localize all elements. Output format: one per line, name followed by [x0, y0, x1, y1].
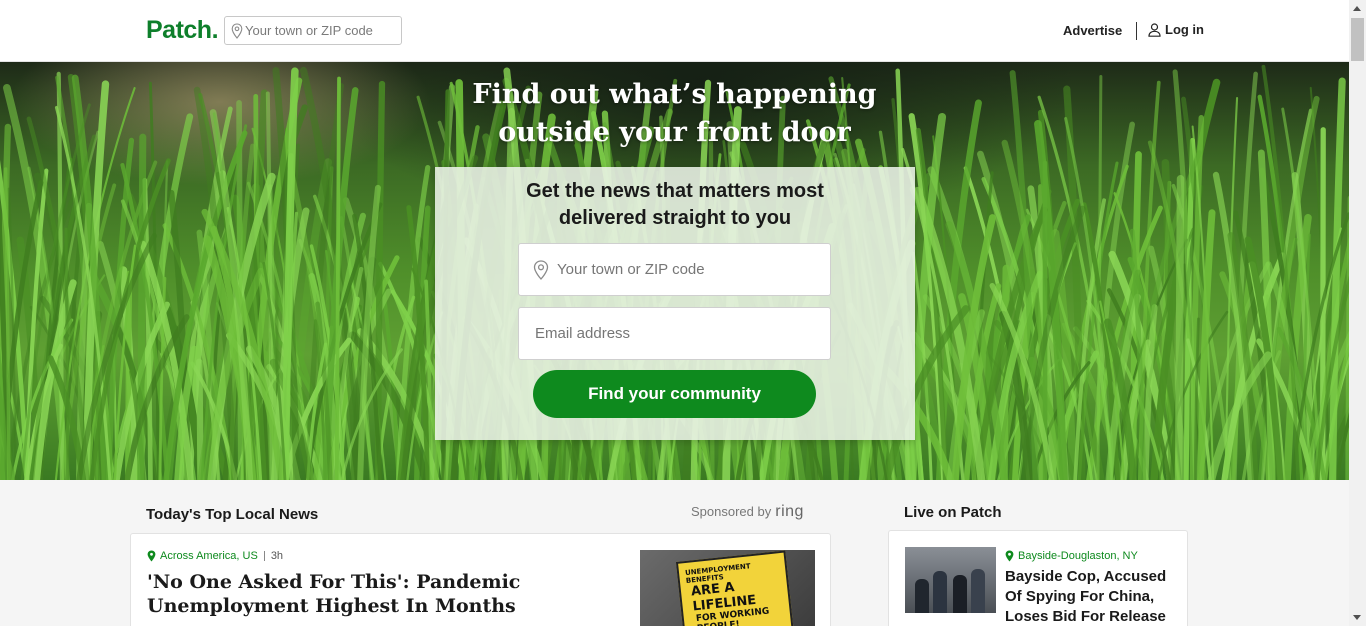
header-search-input[interactable]: [245, 17, 399, 44]
article-meta: Across America, US 3h: [147, 550, 283, 562]
protest-sign-image: UNEMPLOYMENT BENEFITS ARE A LIFELINE FOR…: [675, 550, 795, 626]
article-time: 3h: [270, 550, 284, 562]
live-meta: Bayside-Douglaston, NY: [1005, 550, 1138, 562]
ring-logo[interactable]: ring: [775, 503, 804, 521]
scroll-up-arrow-icon[interactable]: [1353, 6, 1361, 11]
town-zip-input[interactable]: [557, 244, 825, 295]
page-scrollbar[interactable]: [1349, 0, 1366, 626]
map-pin-icon: [533, 260, 549, 280]
header-location-search[interactable]: [224, 16, 402, 45]
map-pin-icon: [1005, 550, 1014, 562]
town-zip-field[interactable]: [518, 243, 831, 296]
email-field[interactable]: [518, 307, 831, 360]
nav-divider: [1136, 22, 1137, 40]
user-icon: [1148, 22, 1161, 37]
article-headline[interactable]: 'No One Asked For This': Pandemic Unempl…: [147, 570, 567, 618]
sponsored-by: Sponsored by ring: [691, 503, 804, 521]
live-location[interactable]: Bayside-Douglaston, NY: [1018, 550, 1138, 562]
live-card[interactable]: Bayside-Douglaston, NY Bayside Cop, Accu…: [888, 530, 1188, 626]
live-on-patch-heading: Live on Patch: [904, 504, 1002, 521]
login-label: Log in: [1165, 22, 1204, 37]
find-community-button[interactable]: Find your community: [533, 370, 816, 418]
hero-banner: Find out what’s happening outside your f…: [0, 62, 1349, 480]
hero-title: Find out what’s happening outside your f…: [472, 79, 877, 148]
email-input[interactable]: [535, 308, 825, 359]
article-location[interactable]: Across America, US: [160, 550, 258, 562]
scroll-thumb[interactable]: [1351, 18, 1364, 61]
map-pin-icon: [147, 550, 156, 562]
news-card[interactable]: Across America, US 3h 'No One Asked For …: [130, 533, 831, 626]
site-header: Patch. Advertise Log in: [0, 0, 1349, 62]
map-pin-icon: [231, 23, 243, 39]
article-thumbnail[interactable]: UNEMPLOYMENT BENEFITS ARE A LIFELINE FOR…: [640, 550, 815, 626]
signup-heading: Get the news that matters most delivered…: [526, 180, 824, 229]
advertise-link[interactable]: Advertise: [1063, 23, 1122, 38]
scroll-down-arrow-icon[interactable]: [1353, 615, 1361, 620]
sponsored-label: Sponsored by: [691, 504, 772, 519]
newsletter-signup-box: Get the news that matters most delivered…: [435, 167, 915, 440]
patch-logo[interactable]: Patch.: [146, 16, 219, 45]
live-headline[interactable]: Bayside Cop, Accused Of Spying For China…: [1005, 567, 1180, 626]
live-thumbnail[interactable]: [905, 547, 996, 613]
login-link[interactable]: Log in: [1148, 22, 1204, 37]
meta-separator: [263, 551, 265, 561]
top-news-heading: Today's Top Local News: [146, 506, 319, 523]
